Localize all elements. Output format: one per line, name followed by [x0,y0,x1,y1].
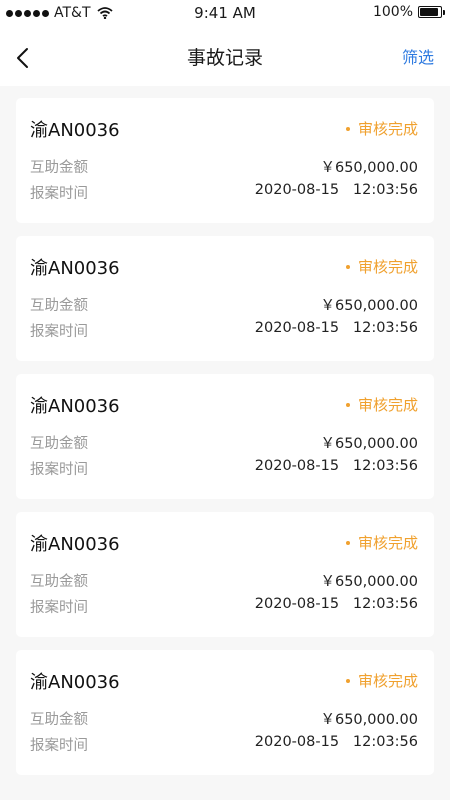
amount-value: ￥650,000.00 [320,712,418,728]
report-time-row: 报案时间 2020-08-15 12:03:56 [30,458,418,479]
report-time-label: 报案时间 [30,600,88,616]
report-time-label: 报案时间 [30,738,88,754]
status-badge: 审核完成 [345,670,418,691]
report-time-row: 报案时间 2020-08-15 12:03:56 [30,182,418,203]
report-time-row: 报案时间 2020-08-15 12:03:56 [30,596,418,617]
report-time-value: 2020-08-15 12:03:56 [254,596,418,612]
status-dot-icon [345,678,350,683]
status-badge: 审核完成 [345,256,418,277]
status-dot-icon [345,264,350,269]
record-card[interactable]: 渝AN0036 审核完成 互助金额 ￥650,000.00 报案时间 2020-… [16,512,434,637]
amount-value: ￥650,000.00 [320,436,418,452]
amount-label: 互助金额 [30,574,88,590]
amount-row: 互助金额 ￥650,000.00 [30,432,418,453]
report-time-value: 2020-08-15 12:03:56 [254,458,418,474]
battery-area: 100% [372,4,445,20]
amount-label: 互助金额 [30,298,88,314]
page-title: 事故记录 [186,47,263,69]
plate-number: 渝AN0036 [30,120,120,141]
battery-percent: 100% [372,4,413,20]
accident-record-list: 渝AN0036 审核完成 互助金额 ￥650,000.00 报案时间 2020-… [16,98,434,788]
report-time-value: 2020-08-15 12:03:56 [254,320,418,336]
status-badge: 审核完成 [345,118,418,139]
amount-label: 互助金额 [30,436,88,452]
report-time-label: 报案时间 [30,462,88,478]
record-card[interactable]: 渝AN0036 审核完成 互助金额 ￥650,000.00 报案时间 2020-… [16,236,434,361]
filter-button[interactable]: 筛选 [402,44,434,68]
amount-row: 互助金额 ￥650,000.00 [30,708,418,729]
amount-row: 互助金额 ￥650,000.00 [30,156,418,177]
amount-label: 互助金额 [30,160,88,176]
status-text: 审核完成 [357,396,418,414]
status-bar: AT&T 9:41 AM 100% [0,0,450,26]
status-dot-icon [345,540,350,545]
report-time-row: 报案时间 2020-08-15 12:03:56 [30,320,418,341]
status-text: 审核完成 [357,120,418,138]
report-time-label: 报案时间 [30,324,88,340]
amount-value: ￥650,000.00 [320,574,418,590]
plate-number: 渝AN0036 [30,672,120,693]
navigation-bar: 事故记录 筛选 [0,26,450,86]
record-card[interactable]: 渝AN0036 审核完成 互助金额 ￥650,000.00 报案时间 2020-… [16,650,434,775]
report-time-value: 2020-08-15 12:03:56 [254,182,418,198]
status-dot-icon [345,402,350,407]
record-card[interactable]: 渝AN0036 审核完成 互助金额 ￥650,000.00 报案时间 2020-… [16,98,434,223]
amount-label: 互助金额 [30,712,88,728]
amount-value: ￥650,000.00 [320,298,418,314]
report-time-value: 2020-08-15 12:03:56 [254,734,418,750]
status-dot-icon [345,126,350,131]
plate-number: 渝AN0036 [30,396,120,417]
status-text: 审核完成 [357,672,418,690]
status-badge: 审核完成 [345,394,418,415]
status-badge: 审核完成 [345,532,418,553]
plate-number: 渝AN0036 [30,258,120,279]
status-text: 审核完成 [357,534,418,552]
report-time-label: 报案时间 [30,186,88,202]
plate-number: 渝AN0036 [30,534,120,555]
amount-row: 互助金额 ￥650,000.00 [30,294,418,315]
status-text: 审核完成 [357,258,418,276]
amount-row: 互助金额 ￥650,000.00 [30,570,418,591]
battery-icon [418,6,445,18]
report-time-row: 报案时间 2020-08-15 12:03:56 [30,734,418,755]
amount-value: ￥650,000.00 [320,160,418,176]
record-card[interactable]: 渝AN0036 审核完成 互助金额 ￥650,000.00 报案时间 2020-… [16,374,434,499]
